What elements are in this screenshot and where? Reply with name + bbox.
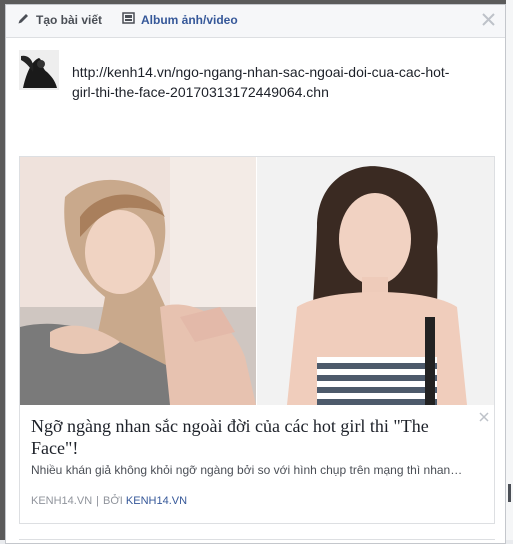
- link-by-label: BỞI: [103, 495, 123, 507]
- tab-create-post-label: Tạo bài viết: [36, 13, 103, 27]
- scrollbar-thumb[interactable]: [508, 484, 511, 502]
- link-by-source[interactable]: KENH14.VN: [126, 495, 187, 507]
- link-preview-card[interactable]: Ngỡ ngàng nhan sắc ngoài đời của các hot…: [19, 156, 495, 524]
- avatar: [19, 50, 59, 90]
- tab-create-post[interactable]: Tạo bài viết: [17, 12, 102, 28]
- composer-area[interactable]: http://kenh14.vn/ngo-ngang-nhan-sac-ngoa…: [6, 38, 505, 156]
- link-title[interactable]: Ngỡ ngàng nhan sắc ngoài đời của các hot…: [31, 415, 471, 459]
- link-preview-image: [20, 157, 494, 405]
- photo-right: [257, 157, 494, 405]
- composer-text[interactable]: http://kenh14.vn/ngo-ngang-nhan-sac-ngoa…: [72, 62, 452, 102]
- scrollbar[interactable]: [506, 0, 513, 540]
- tab-photo-album-label: Album ảnh/video: [141, 12, 238, 27]
- composer-dialog: Tạo bài viết Album ảnh/video http://kenh…: [5, 4, 506, 544]
- composer-tabs: Tạo bài viết Album ảnh/video: [6, 5, 505, 38]
- close-icon[interactable]: [481, 12, 496, 27]
- link-meta-separator: |: [96, 495, 99, 507]
- link-meta: KENH14.VN | BỞI KENH14.VN: [31, 495, 187, 507]
- photo-left: [20, 157, 256, 405]
- tab-photo-album[interactable]: Album ảnh/video: [122, 12, 238, 27]
- pencil-icon: [17, 12, 36, 28]
- link-description: Nhiều khán giả không khỏi ngỡ ngàng bởi …: [31, 463, 463, 477]
- photo-album-icon: [122, 12, 141, 27]
- link-domain: KENH14.VN: [31, 495, 93, 507]
- card-remove-icon[interactable]: [479, 409, 489, 422]
